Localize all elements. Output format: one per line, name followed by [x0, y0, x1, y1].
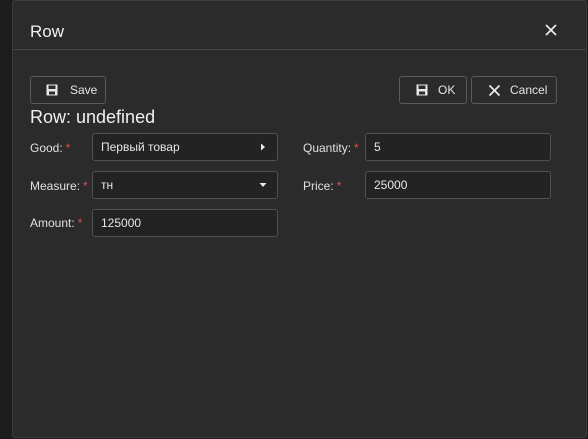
- quantity-label: Quantity: *: [303, 141, 359, 155]
- floppy-disk-icon: [45, 83, 59, 97]
- quantity-value: 5: [374, 140, 381, 154]
- good-label: Good: *: [30, 141, 70, 155]
- measure-select[interactable]: тн: [92, 171, 278, 199]
- row-dialog: Row Save OK Cancel Row: undefined Good: …: [12, 0, 587, 438]
- dialog-title: Row: [30, 22, 65, 41]
- amount-field[interactable]: 125000: [92, 209, 278, 237]
- measure-value: тн: [101, 178, 114, 192]
- required-marker: *: [354, 141, 359, 155]
- cancel-button-label: Cancel: [510, 83, 548, 97]
- required-marker: *: [83, 179, 88, 193]
- price-label-text: Price:: [303, 179, 334, 193]
- save-button-label: Save: [70, 83, 98, 97]
- measure-label: Measure: *: [30, 179, 88, 193]
- price-label: Price: *: [303, 179, 341, 193]
- dialog-header: Row: [13, 1, 586, 50]
- ok-button-label: OK: [438, 83, 456, 97]
- x-icon: [487, 83, 501, 97]
- amount-label-text: Amount:: [30, 216, 75, 230]
- close-button[interactable]: [542, 21, 560, 39]
- price-field[interactable]: 25000: [365, 171, 551, 199]
- measure-label-text: Measure:: [30, 179, 81, 193]
- amount-value: 125000: [101, 216, 142, 230]
- quantity-field[interactable]: 5: [365, 133, 551, 161]
- cancel-button[interactable]: Cancel: [471, 76, 557, 104]
- save-button[interactable]: Save: [30, 76, 106, 104]
- good-value: Первый товар: [101, 140, 180, 154]
- required-marker: *: [77, 216, 83, 230]
- required-marker: *: [336, 179, 342, 193]
- price-value: 25000: [374, 178, 408, 192]
- caret-down-icon[interactable]: [259, 181, 267, 189]
- floppy-disk-icon: [415, 83, 429, 97]
- required-marker: *: [65, 141, 71, 155]
- good-label-text: Good:: [30, 141, 63, 155]
- amount-label: Amount: *: [30, 216, 82, 230]
- close-icon: [545, 24, 557, 36]
- good-field[interactable]: Первый товар: [92, 133, 278, 161]
- caret-right-icon[interactable]: [259, 143, 267, 151]
- quantity-label-text: Quantity:: [303, 141, 352, 155]
- row-heading: Row: undefined: [30, 107, 156, 127]
- ok-button[interactable]: OK: [399, 76, 467, 104]
